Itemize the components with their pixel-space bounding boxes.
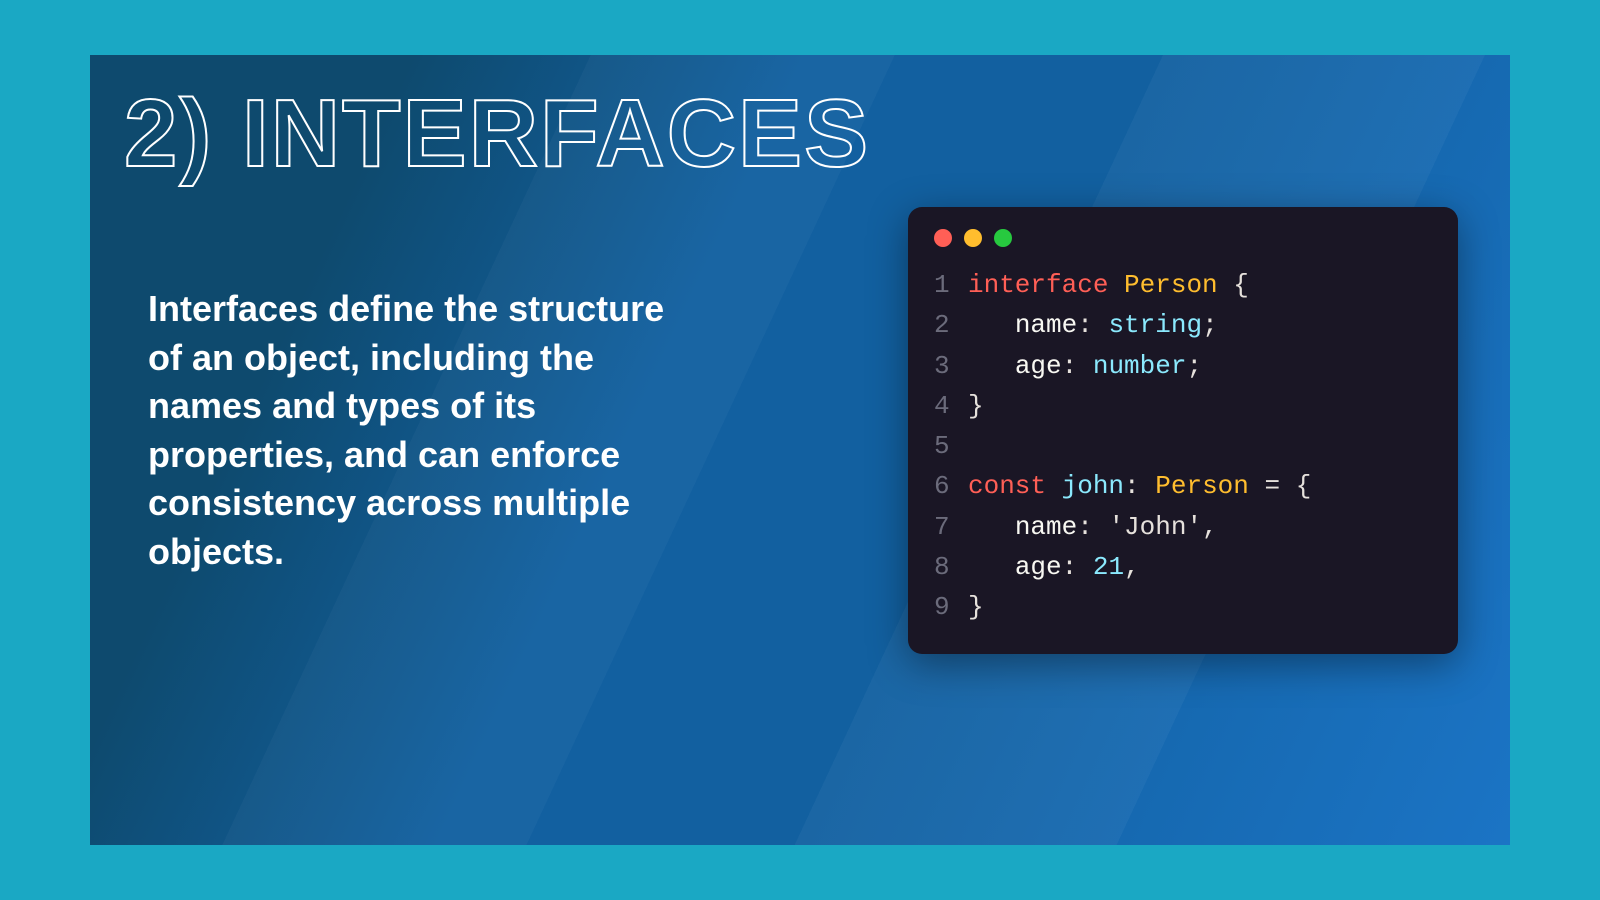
code-content: name: string; [968, 305, 1218, 345]
code-content [968, 426, 984, 466]
line-number: 5 [934, 426, 968, 466]
code-line: 3 age: number; [934, 346, 1432, 386]
code-line: 9} [934, 587, 1432, 627]
line-number: 2 [934, 305, 968, 345]
code-line: 4} [934, 386, 1432, 426]
code-line: 7 name: 'John', [934, 507, 1432, 547]
line-number: 4 [934, 386, 968, 426]
line-number: 1 [934, 265, 968, 305]
code-content: } [968, 386, 984, 426]
code-content: age: number; [968, 346, 1202, 386]
slide-description: Interfaces define the structure of an ob… [148, 285, 688, 577]
traffic-light-close-icon [934, 229, 952, 247]
code-line: 8 age: 21, [934, 547, 1432, 587]
code-window: 1interface Person {2 name: string;3 age:… [908, 207, 1458, 654]
code-content: const john: Person = { [968, 466, 1311, 506]
code-line: 1interface Person { [934, 265, 1432, 305]
code-block: 1interface Person {2 name: string;3 age:… [934, 265, 1432, 628]
line-number: 6 [934, 466, 968, 506]
code-content: } [968, 587, 984, 627]
code-content: interface Person { [968, 265, 1249, 305]
code-content: name: 'John', [968, 507, 1218, 547]
code-line: 5 [934, 426, 1432, 466]
window-traffic-lights [934, 229, 1432, 247]
traffic-light-minimize-icon [964, 229, 982, 247]
line-number: 9 [934, 587, 968, 627]
line-number: 8 [934, 547, 968, 587]
code-line: 6const john: Person = { [934, 466, 1432, 506]
code-line: 2 name: string; [934, 305, 1432, 345]
line-number: 3 [934, 346, 968, 386]
code-content: age: 21, [968, 547, 1140, 587]
traffic-light-zoom-icon [994, 229, 1012, 247]
line-number: 7 [934, 507, 968, 547]
slide-card: 2) INTERFACES Interfaces define the stru… [90, 55, 1510, 845]
slide-heading: 2) INTERFACES [124, 79, 870, 189]
